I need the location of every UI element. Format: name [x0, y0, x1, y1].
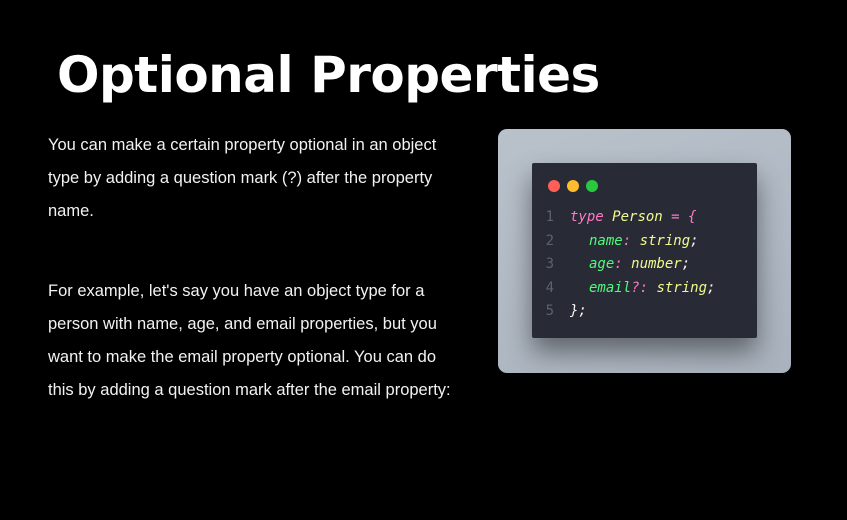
minimize-dot-icon [567, 180, 579, 192]
example-paragraph: For example, let's say you have an objec… [48, 282, 451, 399]
code-token: email [589, 279, 632, 296]
line-number: 2 [545, 232, 554, 249]
code-window: 1 type Person = { 2 name: string; 3 age: numb… [532, 163, 757, 338]
code-line-content: name: string; [570, 230, 699, 254]
code-snippet-frame: 1 type Person = { 2 name: string; 3 age: numb… [498, 129, 791, 373]
intro-paragraph: You can make a certain property optional… [48, 136, 437, 220]
code-line: 1 type Person = { [532, 206, 757, 230]
code-token: ; [690, 232, 699, 249]
code-token: string [639, 232, 691, 249]
code-token: name [589, 232, 623, 249]
code-token: = { [671, 209, 697, 225]
line-number: 3 [545, 256, 554, 272]
code-token: }; [570, 303, 587, 319]
window-controls [548, 180, 598, 192]
code-token: string [656, 279, 708, 296]
code-token: age [589, 256, 615, 272]
code-line: 5}; [532, 300, 757, 324]
close-dot-icon [548, 180, 560, 192]
code-token: number [631, 256, 682, 272]
code-token: Person [612, 209, 672, 225]
code-line: 2 name: string; [532, 230, 757, 254]
code-token: ; [681, 256, 691, 272]
code-line: 3 age: number; [532, 253, 757, 277]
line-number: 1 [545, 209, 554, 225]
code-token: : [622, 232, 640, 249]
line-number: 5 [545, 303, 554, 319]
code-line-content: age: number; [570, 253, 690, 277]
code-block: 1 type Person = { 2 name: string; 3 age: numb… [532, 206, 757, 324]
code-line-content: email?: string; [570, 277, 715, 301]
slide-title: Optional Properties [57, 45, 600, 104]
code-token: ; [707, 279, 716, 296]
maximize-dot-icon [586, 180, 598, 192]
code-line: 4 email?: string; [532, 277, 757, 301]
line-number: 4 [545, 279, 554, 296]
code-line-content: type Person = { [570, 206, 696, 230]
code-token: : [614, 256, 632, 272]
code-token: type [570, 209, 613, 225]
code-token: ?: [631, 279, 657, 296]
code-line-content: }; [570, 300, 587, 324]
